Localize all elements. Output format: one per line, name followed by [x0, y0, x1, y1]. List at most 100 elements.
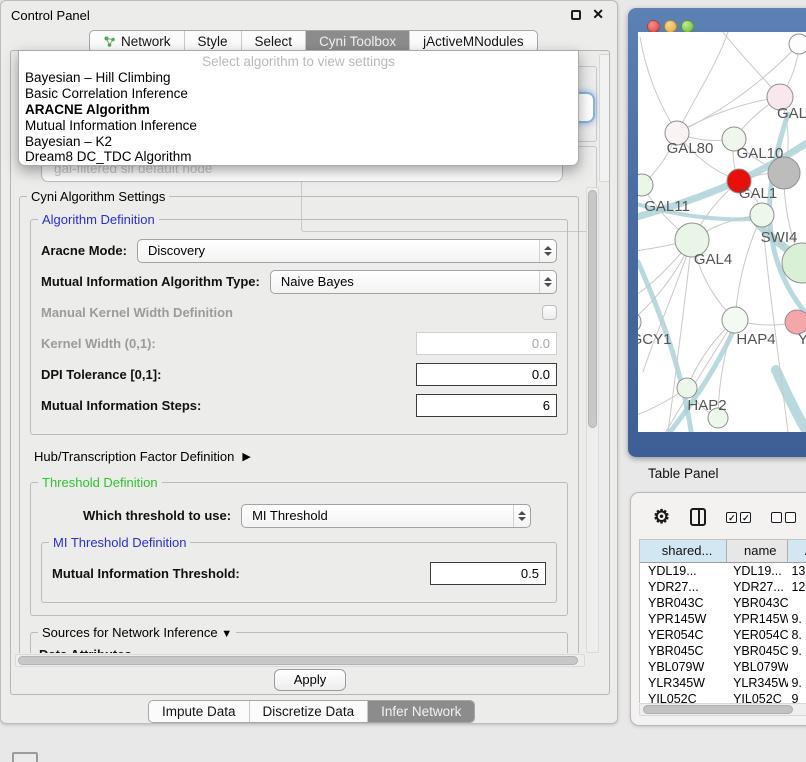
table-cell: YBL079W [727, 659, 788, 675]
scrollbar-thumb[interactable] [588, 190, 597, 428]
table-cell: 9. [788, 675, 806, 691]
table-cell: YBL079W [640, 659, 727, 675]
tab-style[interactable]: Style [185, 31, 242, 52]
dpi-tolerance-input[interactable] [416, 363, 557, 386]
dropdown-item[interactable]: Mutual Information Inference [19, 118, 578, 134]
table-cell: YDL19... [640, 563, 727, 579]
table-cell: YER054C [640, 627, 727, 643]
which-threshold-select[interactable]: MI Threshold [241, 504, 531, 528]
column-header[interactable]: A [788, 540, 806, 562]
table-body: YDL19...YDL19...13YDR27...YDR27...12YBR0… [640, 563, 806, 703]
table-row[interactable]: YIL052CYIL052C9 [640, 691, 806, 703]
manual-kernel-label: Manual Kernel Width Definition [41, 305, 233, 320]
node-table[interactable]: shared...nameA YDL19...YDL19...13YDR27..… [639, 539, 806, 703]
graph-node[interactable] [638, 174, 653, 196]
table-cell: YIL052C [727, 691, 788, 703]
tab-cyni-toolbox[interactable]: Cyni Toolbox [306, 31, 410, 52]
settings-vertical-scrollbar[interactable] [586, 187, 599, 653]
dropdown-item[interactable]: Bayesian – K2 [19, 134, 578, 150]
graph-node[interactable] [722, 307, 748, 333]
table-cell: 12 [788, 579, 806, 595]
tab-infer-network[interactable]: Infer Network [368, 701, 474, 722]
float-window-icon[interactable] [571, 10, 581, 20]
tab-network[interactable]: Network [90, 31, 185, 52]
graph-node[interactable] [677, 378, 697, 398]
table-cell: 13 [788, 563, 806, 579]
table-row[interactable]: YDL19...YDL19...13 [640, 563, 806, 579]
column-header[interactable]: name [727, 540, 788, 562]
bottom-left-button[interactable] [12, 752, 38, 762]
data-attributes-label: Data Attributes [39, 647, 561, 653]
table-cell: YPR145W [640, 611, 727, 627]
graph-edge[interactable] [677, 32, 728, 133]
table-cell: YLR345W [727, 675, 788, 691]
table-cell: YBR043C [727, 595, 788, 611]
table-panel-window: ⚙ ✓✓ shared...nameA YDL19...YDL19...13YD… [630, 492, 806, 726]
tab-select[interactable]: Select [242, 31, 307, 52]
node-label: GAL11 [644, 198, 690, 215]
kernel-width-input[interactable] [416, 332, 557, 355]
table-cell: YLR345W [640, 675, 727, 691]
select-all-icon[interactable]: ✓✓ [726, 512, 751, 523]
manual-kernel-row: Manual Kernel Width Definition [41, 300, 557, 325]
mi-threshold-input[interactable] [430, 562, 546, 585]
threshold-definition-group: Threshold Definition Which threshold to … [30, 482, 568, 616]
hub-definition-toggle[interactable]: Hub/Transcription Factor Definition ▶ [34, 449, 566, 464]
table-cell: YBR045C [727, 643, 788, 659]
network-canvas[interactable]: GALGAL80GAL10GAL1GAL11SWI4GAL4GCY1HAP4YH… [638, 32, 806, 432]
table-cell: YPR145W [727, 611, 788, 627]
network-icon [103, 35, 116, 48]
dropdown-item[interactable]: Dream8 DC_TDC Algorithm [19, 149, 578, 165]
scrollbar-thumb[interactable] [18, 656, 578, 665]
table-row[interactable]: YPR145WYPR145W9. [640, 611, 806, 627]
edge-ribbon[interactable] [776, 370, 806, 432]
background-scrollbar-track[interactable] [599, 54, 610, 182]
sources-title: Sources for Network Inference [42, 625, 218, 640]
table-row[interactable]: YBL079WYBL079W [640, 659, 806, 675]
group-title: Algorithm Definition [38, 212, 159, 227]
settings-horizontal-scrollbar[interactable] [15, 654, 585, 667]
graph-edge[interactable] [640, 37, 677, 133]
mi-type-select[interactable]: Naive Bayes [270, 270, 557, 294]
table-cell: 8. [788, 627, 806, 643]
tab-discretize-data[interactable]: Discretize Data [250, 701, 369, 722]
dropdown-item[interactable]: Basic Correlation Inference [19, 86, 578, 102]
table-cell: 9. [788, 643, 806, 659]
scrollbar-thumb[interactable] [643, 705, 793, 714]
split-columns-icon[interactable] [690, 508, 706, 526]
table-row[interactable]: YLR345WYLR345W9. [640, 675, 806, 691]
table-row[interactable]: YBR043CYBR043C [640, 595, 806, 611]
graph-edge[interactable] [677, 97, 780, 133]
deselect-all-icon[interactable] [771, 512, 796, 523]
graph-edge[interactable] [643, 240, 692, 372]
dropdown-item[interactable]: Bayesian – Hill Climbing [19, 70, 578, 86]
stepper-icon [513, 505, 530, 527]
node-label: GCY1 [638, 331, 671, 348]
tab-jactivemnodules[interactable]: jActiveMNodules [410, 31, 537, 52]
table-cell: YBR043C [640, 595, 727, 611]
chevron-down-icon[interactable]: ▼ [221, 628, 232, 640]
dropdown-item[interactable]: ARACNE Algorithm [19, 102, 578, 118]
graph-node[interactable] [789, 34, 806, 54]
tab-impute-data[interactable]: Impute Data [149, 701, 250, 722]
close-icon[interactable]: ✕ [592, 6, 604, 23]
graph-node[interactable] [750, 203, 774, 227]
gear-icon[interactable]: ⚙ [653, 508, 670, 527]
apply-button[interactable]: Apply [274, 669, 346, 691]
table-row[interactable]: YBR045CYBR045C9. [640, 643, 806, 659]
cyni-algorithm-settings-group: Cyni Algorithm Settings Algorithm Defini… [19, 196, 579, 653]
mi-steps-input[interactable] [416, 394, 557, 417]
graph-edge[interactable] [735, 215, 762, 320]
mi-type-row: Mutual Information Algorithm Type: Naive… [41, 269, 557, 294]
manual-kernel-checkbox[interactable] [542, 305, 557, 320]
sources-group: Sources for Network Inference ▼ Data Att… [30, 632, 568, 653]
table-row[interactable]: YDR27...YDR27...12 [640, 579, 806, 595]
table-horizontal-scrollbar[interactable] [639, 703, 806, 716]
node-label: GAL10 [737, 145, 784, 162]
aracne-mode-select[interactable]: Discovery [137, 239, 557, 263]
column-header[interactable]: shared... [640, 540, 727, 562]
table-row[interactable]: YER054CYER054C8. [640, 627, 806, 643]
dropdown-placeholder: Select algorithm to view settings [19, 51, 578, 70]
network-svg: GALGAL80GAL10GAL1GAL11SWI4GAL4GCY1HAP4YH… [638, 32, 806, 432]
algorithm-definition-group: Algorithm Definition Aracne Mode: Discov… [30, 219, 568, 435]
